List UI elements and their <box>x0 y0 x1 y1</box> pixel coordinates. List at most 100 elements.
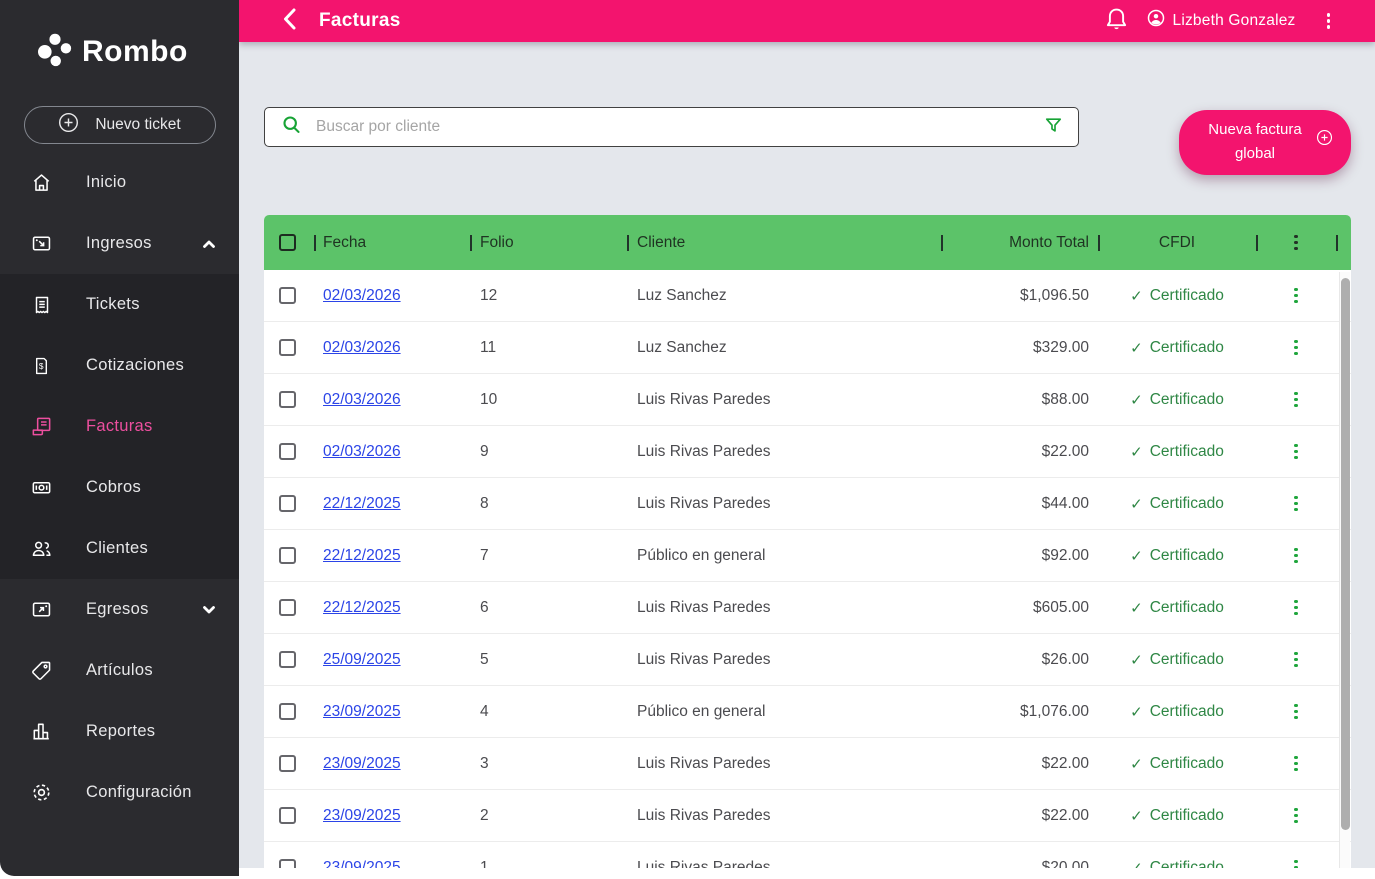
sidebar-item-egresos[interactable]: Egresos <box>0 579 239 640</box>
topbar-more-button[interactable] <box>1324 10 1334 32</box>
table-header-row: Fecha Folio Cliente Monto Total CFDI <box>264 215 1351 270</box>
folio-value: 7 <box>480 546 489 564</box>
user-menu[interactable]: Lizbeth Gonzalez <box>1147 9 1296 32</box>
filter-funnel-icon <box>1044 116 1063 138</box>
banknote-icon <box>30 476 53 499</box>
invoice-date-link[interactable]: 23/09/2025 <box>323 703 401 721</box>
sidebar-item-cotizaciones[interactable]: $ Cotizaciones <box>0 335 239 396</box>
amount-value: $22.00 <box>1041 754 1089 772</box>
kebab-icon <box>1326 13 1330 29</box>
cfdi-status-text: Certificado <box>1149 754 1224 772</box>
invoice-date-link[interactable]: 22/12/2025 <box>323 599 401 617</box>
row-actions-button[interactable] <box>1291 545 1301 567</box>
avatar-icon <box>1147 9 1165 32</box>
invoice-date-link[interactable]: 02/03/2026 <box>323 391 401 409</box>
chevron-left-icon <box>281 7 298 34</box>
new-ticket-button[interactable]: Nuevo ticket <box>23 106 216 144</box>
amount-value: $26.00 <box>1041 650 1089 668</box>
row-actions-button[interactable] <box>1291 441 1301 463</box>
folio-value: 2 <box>480 806 489 824</box>
row-actions-button[interactable] <box>1291 285 1301 307</box>
check-icon: ✓ <box>1130 703 1143 721</box>
filter-button[interactable] <box>1044 116 1063 138</box>
sidebar-item-configuracion[interactable]: Configuración <box>0 762 239 823</box>
row-checkbox[interactable] <box>279 443 296 460</box>
search-input[interactable] <box>316 117 1030 136</box>
row-actions-button[interactable] <box>1291 701 1301 723</box>
check-icon: ✓ <box>1130 755 1143 773</box>
page-title: Facturas <box>319 9 401 31</box>
check-icon: ✓ <box>1130 443 1143 461</box>
row-checkbox[interactable] <box>279 755 296 772</box>
select-all-checkbox[interactable] <box>279 234 296 251</box>
folio-value: 6 <box>480 598 489 616</box>
folio-value: 9 <box>480 442 489 460</box>
client-name: Luis Rivas Paredes <box>637 806 771 824</box>
invoice-date-link[interactable]: 22/12/2025 <box>323 495 401 513</box>
sidebar-item-cobros[interactable]: Cobros <box>0 457 239 518</box>
column-header-monto-total[interactable]: Monto Total <box>941 215 1098 270</box>
row-checkbox[interactable] <box>279 651 296 668</box>
sidebar-item-label: Clientes <box>86 539 149 557</box>
row-checkbox[interactable] <box>279 339 296 356</box>
client-name: Público en general <box>637 546 766 564</box>
row-actions-button[interactable] <box>1291 753 1301 775</box>
cfdi-status-badge: ✓ Certificado <box>1130 547 1224 565</box>
invoice-date-link[interactable]: 02/03/2026 <box>323 287 401 305</box>
invoice-row: 02/03/2026 9 Luis Rivas Paredes $22.00 ✓… <box>264 426 1351 478</box>
cfdi-status-text: Certificado <box>1149 442 1224 460</box>
sidebar-item-tickets[interactable]: Tickets <box>0 274 239 335</box>
sidebar-item-clientes[interactable]: Clientes <box>0 518 239 579</box>
row-checkbox[interactable] <box>279 391 296 408</box>
cfdi-status-text: Certificado <box>1149 338 1224 356</box>
invoice-date-link[interactable]: 23/09/2025 <box>323 807 401 825</box>
invoice-date-link[interactable]: 22/12/2025 <box>323 547 401 565</box>
row-checkbox[interactable] <box>279 807 296 824</box>
row-checkbox[interactable] <box>279 703 296 720</box>
check-icon: ✓ <box>1130 391 1143 409</box>
row-actions-button[interactable] <box>1291 805 1301 827</box>
invoice-date-link[interactable]: 02/03/2026 <box>323 443 401 461</box>
row-checkbox[interactable] <box>279 599 296 616</box>
column-header-fecha[interactable]: Fecha <box>314 215 470 270</box>
sidebar-item-label: Ingresos <box>86 234 152 252</box>
column-header-cliente[interactable]: Cliente <box>627 215 941 270</box>
row-actions-button[interactable] <box>1291 337 1301 359</box>
column-header-folio[interactable]: Folio <box>470 215 627 270</box>
row-checkbox[interactable] <box>279 287 296 304</box>
folio-value: 10 <box>480 390 498 408</box>
cfdi-status-text: Certificado <box>1149 390 1224 408</box>
notifications-button[interactable] <box>1105 7 1128 35</box>
sidebar-item-facturas[interactable]: Facturas <box>0 396 239 457</box>
header-kebab-icon[interactable] <box>1291 232 1301 254</box>
row-actions-button[interactable] <box>1291 597 1301 619</box>
column-header-cfdi[interactable]: CFDI <box>1098 215 1256 270</box>
row-actions-button[interactable] <box>1291 389 1301 411</box>
topbar-right: Lizbeth Gonzalez <box>1105 7 1333 35</box>
row-actions-button[interactable] <box>1291 493 1301 515</box>
sidebar-item-ingresos[interactable]: Ingresos <box>0 213 239 274</box>
back-button[interactable] <box>281 7 298 34</box>
cfdi-status-badge: ✓ Certificado <box>1130 599 1224 617</box>
row-checkbox[interactable] <box>279 495 296 512</box>
folio-value: 12 <box>480 286 498 304</box>
amount-value: $605.00 <box>1032 598 1089 616</box>
amount-value: $1,096.50 <box>1020 286 1089 304</box>
new-invoice-button[interactable]: Nueva factura global <box>1179 109 1351 175</box>
amount-value: $329.00 <box>1032 338 1089 356</box>
sidebar-item-reportes[interactable]: Reportes <box>0 701 239 762</box>
check-icon: ✓ <box>1130 287 1143 305</box>
invoice-date-link[interactable]: 25/09/2025 <box>323 651 401 669</box>
cfdi-status-text: Certificado <box>1149 286 1224 304</box>
sidebar-item-articulos[interactable]: Artículos <box>0 640 239 701</box>
plus-circle-icon <box>1316 129 1333 155</box>
row-checkbox[interactable] <box>279 547 296 564</box>
invoice-date-link[interactable]: 23/09/2025 <box>323 755 401 773</box>
scrollbar-thumb[interactable] <box>1341 278 1350 830</box>
invoice-date-link[interactable]: 02/03/2026 <box>323 339 401 357</box>
sidebar-item-label: Tickets <box>86 295 140 313</box>
row-actions-button[interactable] <box>1291 649 1301 671</box>
folio-value: 4 <box>480 702 489 720</box>
tag-icon <box>30 659 53 682</box>
sidebar-item-inicio[interactable]: Inicio <box>0 152 239 213</box>
